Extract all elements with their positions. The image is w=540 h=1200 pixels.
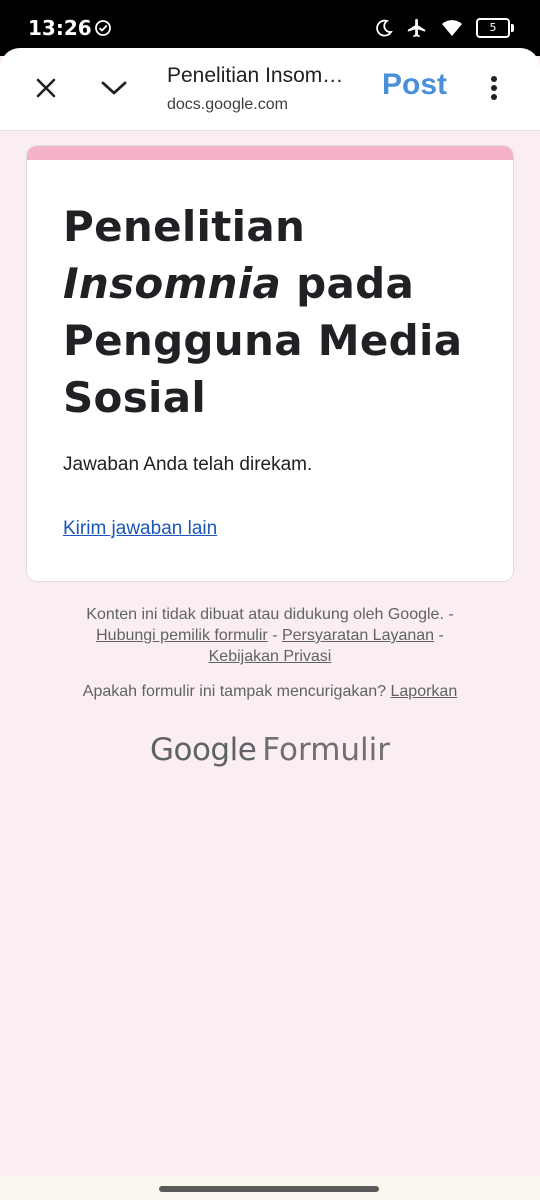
- status-icons: 5: [374, 14, 514, 42]
- check-circle-icon: [95, 20, 111, 36]
- post-button[interactable]: Post: [382, 68, 447, 102]
- footer-disclaimer: Konten ini tidak dibuat atau didukung ol…: [30, 604, 510, 667]
- more-vert-icon[interactable]: [478, 70, 510, 106]
- airplane-icon: [407, 18, 426, 38]
- form-confirmation-card: Penelitian Insomnia pada Pengguna Media …: [27, 146, 513, 581]
- google-forms-logo[interactable]: Google Formulir: [0, 732, 540, 768]
- disclaimer-text: Konten ini tidak dibuat atau didukung ol…: [86, 606, 444, 623]
- submit-another-response-link[interactable]: Kirim jawaban lain: [63, 518, 217, 540]
- moon-icon: [376, 19, 393, 37]
- separator: -: [267, 627, 282, 644]
- form-title-part1: Penelitian: [63, 202, 306, 251]
- report-line: Apakah formulir ini tampak mencurigakan?…: [30, 683, 510, 701]
- card-accent-bar: [27, 146, 513, 160]
- wifi-icon: [442, 20, 462, 36]
- chevron-down-icon[interactable]: [96, 70, 132, 106]
- form-title: Penelitian Insomnia pada Pengguna Media …: [63, 198, 483, 426]
- google-wordmark: Google: [149, 732, 257, 768]
- confirmation-message: Jawaban Anda telah direkam.: [63, 454, 313, 475]
- browser-toolbar: Penelitian Insomnia pada Pengguna Media …: [0, 48, 540, 131]
- home-gesture-handle[interactable]: [159, 1186, 379, 1192]
- forms-wordmark: Formulir: [262, 732, 391, 768]
- status-time: 13:26: [28, 16, 92, 40]
- suspicious-question: Apakah formulir ini tampak mencurigakan?: [82, 683, 387, 700]
- privacy-link[interactable]: Kebijakan Privasi: [209, 648, 332, 665]
- report-link[interactable]: Laporkan: [391, 683, 458, 700]
- separator: -: [443, 606, 454, 623]
- contact-owner-link[interactable]: Hubungi pemilik formulir: [96, 627, 268, 644]
- close-icon[interactable]: [28, 70, 64, 106]
- battery-icon: 5: [476, 18, 514, 38]
- terms-link[interactable]: Persyaratan Layanan: [282, 627, 434, 644]
- browser-url[interactable]: docs.google.com: [167, 96, 288, 114]
- form-title-italic: Insomnia: [63, 259, 282, 308]
- separator: -: [434, 627, 444, 644]
- browser-page-title[interactable]: Penelitian Insomnia pada Pengguna Media …: [167, 64, 352, 88]
